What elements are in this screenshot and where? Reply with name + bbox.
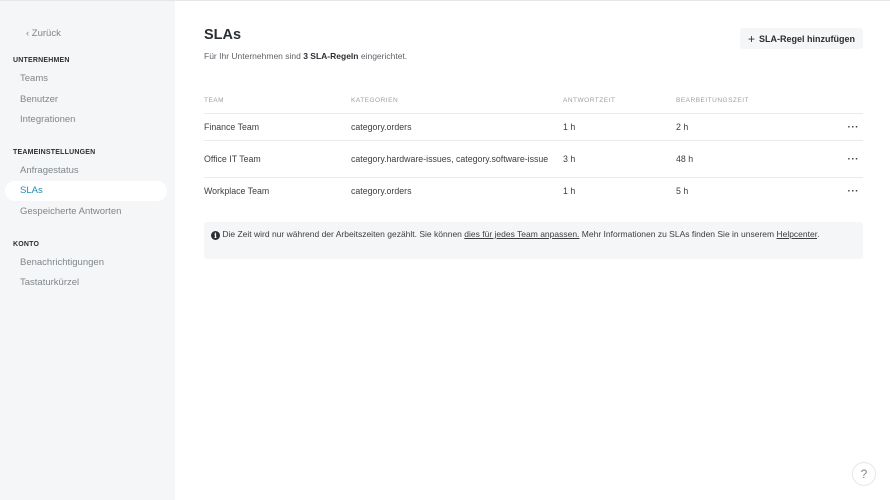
sidebar-item-users[interactable]: Benutzer [5,90,167,110]
subtitle-suffix: eingerichtet. [358,51,408,61]
column-header-resolution-time: BEARBEITUNGSZEIT [676,97,750,104]
column-header-categories: KATEGORIEN [351,97,399,104]
table-row[interactable]: Office IT Team category.hardware-issues,… [204,140,863,177]
sidebar-item-integrations[interactable]: Integrationen [5,110,167,130]
categories-cell: category.hardware-issues, category.softw… [351,154,549,164]
info-text-middle: Mehr Informationen zu SLAs finden Sie in… [579,229,777,239]
info-text-before: Die Zeit wird nur während der Arbeitszei… [220,229,465,239]
page-title: SLAs [204,27,242,43]
categories-cell: category.orders [351,186,412,196]
sidebar-item-keyboard-shortcuts[interactable]: Tastaturkürzel [5,273,167,293]
table-row[interactable]: Workplace Team category.orders 1 h 5 h ·… [204,177,863,204]
response-time-cell: 1 h [563,122,576,132]
response-time-cell: 1 h [563,186,576,196]
add-sla-rule-label: SLA-Regel hinzufügen [759,33,855,44]
section-title-company: UNTERNEHMEN [13,57,70,64]
section-title-team-settings: TEAMEINSTELLUNGEN [13,149,96,156]
settings-sidebar: ‹ Zurück UNTERNEHMEN Teams Benutzer Inte… [0,1,175,500]
sidebar-item-slas[interactable]: SLAs [5,181,167,201]
more-options-icon[interactable]: ··· [848,114,860,140]
response-time-cell: 3 h [563,154,576,164]
page-subtitle: Für Ihr Unternehmen sind 3 SLA-Regeln ei… [204,51,407,61]
table-row[interactable]: Finance Team category.orders 1 h 2 h ··· [204,113,863,140]
helpcenter-link[interactable]: Helpcenter [776,229,817,239]
subtitle-prefix: Für Ihr Unternehmen sind [204,51,304,61]
section-title-account: KONTO [13,241,40,248]
team-cell: Finance Team [204,122,260,132]
info-text-after: . [817,229,820,239]
sidebar-item-request-status[interactable]: Anfragestatus [5,161,167,181]
resolution-time-cell: 2 h [676,122,689,132]
column-header-response-time: ANTWORTZEIT [563,97,616,104]
resolution-time-cell: 48 h [676,154,694,164]
resolution-time-cell: 5 h [676,186,689,196]
help-button[interactable]: ? [852,462,876,486]
sidebar-item-teams[interactable]: Teams [5,69,167,89]
categories-cell: category.orders [351,122,412,132]
sidebar-item-saved-replies[interactable]: Gespeicherte Antworten [5,202,167,222]
team-cell: Workplace Team [204,186,270,196]
column-header-team: TEAM [204,97,225,104]
more-options-icon[interactable]: ··· [848,178,860,204]
plus-icon: + [747,31,755,46]
back-link[interactable]: ‹ Zurück [26,28,61,39]
sla-count: 3 SLA-Regeln [303,51,359,61]
add-sla-rule-button[interactable]: + SLA-Regel hinzufügen [740,28,863,49]
main-content: SLAs Für Ihr Unternehmen sind 3 SLA-Rege… [175,1,890,500]
info-box: i Die Zeit wird nur während der Arbeitsz… [204,222,863,259]
sidebar-item-notifications[interactable]: Benachrichtigungen [5,253,167,273]
customize-per-team-link[interactable]: dies für jedes Team anpassen. [464,229,579,239]
info-icon: i [211,231,220,240]
more-options-icon[interactable]: ··· [848,141,860,177]
team-cell: Office IT Team [204,154,261,164]
